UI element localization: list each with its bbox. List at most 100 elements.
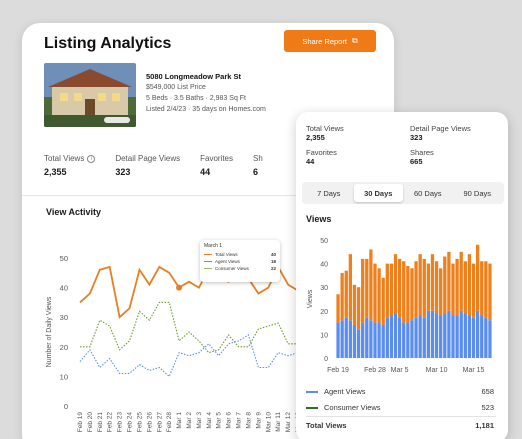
bar-agent-views	[397, 317, 402, 358]
panel-stat-detail-views: Detail Page Views 323	[410, 124, 471, 142]
property-photo[interactable]	[44, 63, 136, 127]
bar-agent-views	[340, 320, 344, 358]
legend-consumer-views: Consumer Views 523	[306, 403, 494, 412]
bar-consumer-views	[365, 258, 369, 318]
panel-stat-shares: Shares 665	[410, 148, 434, 166]
x-tick-label: Mar 3	[196, 412, 203, 429]
bar-agent-views	[480, 315, 484, 358]
header-stats: Total Views i 2,355 Detail Page Views 323…	[44, 154, 283, 177]
bar-consumer-views	[426, 263, 431, 311]
y-tick-label: 50	[320, 238, 328, 245]
legend-swatch	[204, 253, 212, 256]
bar-consumer-views	[443, 256, 447, 314]
bar-agent-views	[406, 322, 410, 358]
y-axis-title: Number of Daily Views	[46, 296, 53, 367]
tooltip-row-total: Total Views 40	[204, 252, 276, 257]
tooltip-value: 22	[270, 266, 276, 271]
tooltip-row-agent: Agent Views 18	[204, 259, 276, 264]
bar-agent-views	[475, 310, 480, 358]
bar-consumer-views	[344, 270, 348, 318]
bar-agent-views	[381, 324, 385, 358]
bar-agent-views	[451, 315, 455, 358]
view-activity-title: View Activity	[46, 207, 102, 217]
bar-consumer-views	[336, 294, 340, 323]
bar-agent-views	[418, 315, 422, 358]
y-tick-label: 20	[320, 309, 328, 316]
x-tick-label: Feb 24	[127, 412, 134, 433]
bar-consumer-views	[373, 263, 377, 323]
stat-label: Detail Page Views	[115, 154, 181, 163]
y-tick-label: 10	[60, 372, 68, 381]
bar-consumer-views	[402, 261, 406, 323]
bar-agent-views	[459, 310, 463, 358]
panel-stat-favorites: Favorites 44	[306, 148, 337, 166]
bar-consumer-views	[393, 254, 398, 314]
y-tick-label: 10	[320, 332, 328, 339]
bar-agent-views	[484, 317, 488, 358]
bar-consumer-views	[348, 254, 353, 321]
bar-agent-views	[389, 315, 394, 358]
info-icon[interactable]: i	[87, 154, 96, 163]
legend-label: Total Views	[306, 421, 347, 430]
bar-consumer-views	[480, 261, 484, 316]
legend-swatch	[204, 267, 212, 270]
legend-divider	[306, 416, 496, 417]
tab-90-days[interactable]: 90 Days	[453, 184, 503, 202]
tab-30-days[interactable]: 30 Days	[353, 184, 403, 202]
tooltip-value: 18	[270, 259, 276, 264]
legend-value: 658	[481, 387, 494, 396]
x-tick-label: Feb 19	[327, 367, 349, 374]
bar-agent-views	[369, 320, 373, 358]
x-tick-label: Feb 25	[136, 412, 143, 433]
stat-label: Shares	[410, 148, 434, 157]
x-tick-label: Feb 28	[166, 412, 173, 433]
x-tick-label: Mar 10	[265, 412, 272, 433]
tab-60-days[interactable]: 60 Days	[403, 184, 453, 202]
y-tick-label: 20	[60, 343, 68, 352]
share-report-button[interactable]: Share Report ⧉	[284, 30, 376, 52]
series-line-agent-views	[79, 334, 299, 378]
y-tick-label: 0	[64, 402, 68, 411]
bar-consumer-views	[410, 268, 414, 321]
bar-consumer-views	[352, 284, 357, 325]
legend-swatch	[306, 406, 318, 409]
x-tick-label: Feb 20	[87, 412, 94, 433]
bar-consumer-views	[340, 273, 344, 321]
legend-agent-views: Agent Views 658	[306, 387, 494, 396]
property-price: $549,000 List Price	[146, 84, 206, 91]
bar-agent-views	[336, 322, 340, 358]
x-tick-label: Mar 8	[245, 412, 252, 429]
y-tick-label: 40	[60, 284, 68, 293]
stat-label: Total Views	[306, 124, 344, 133]
bar-agent-views	[467, 315, 472, 358]
x-tick-label: Feb 28	[364, 367, 386, 374]
bar-agent-views	[422, 317, 426, 358]
legend-value: 523	[481, 403, 494, 412]
stat-total-views: Total Views i 2,355	[44, 154, 96, 177]
bar-consumer-views	[475, 244, 480, 311]
page-title: Listing Analytics	[44, 35, 172, 52]
x-tick-label: Mar 2	[186, 412, 193, 429]
bar-agent-views	[377, 322, 381, 358]
stat-value: 323	[410, 133, 423, 142]
x-tick-label: Mar 1	[176, 412, 183, 429]
bar-agent-views	[348, 320, 353, 358]
bar-agent-views	[385, 317, 389, 358]
x-tick-label: Feb 19	[77, 412, 84, 433]
bar-consumer-views	[463, 261, 467, 314]
stat-shares: Sh 6	[253, 154, 263, 177]
stat-label: Favorites	[306, 148, 337, 157]
x-tick-label: Feb 26	[146, 412, 153, 433]
tab-7-days[interactable]: 7 Days	[304, 184, 354, 202]
x-tick-label: Mar 12	[285, 412, 292, 433]
chart-tooltip: March 1 Total Views 40 Agent Views 18 Cons…	[200, 240, 280, 282]
bar-consumer-views	[488, 263, 492, 321]
x-tick-label: Mar 5	[216, 412, 223, 429]
bar-consumer-views	[447, 251, 451, 311]
tooltip-label: Consumer Views	[215, 266, 249, 271]
bar-consumer-views	[451, 263, 455, 316]
y-axis-title: Views	[307, 289, 314, 308]
share-report-label: Share Report	[302, 36, 347, 46]
x-tick-label: Mar 11	[275, 412, 282, 432]
bar-consumer-views	[356, 287, 361, 330]
